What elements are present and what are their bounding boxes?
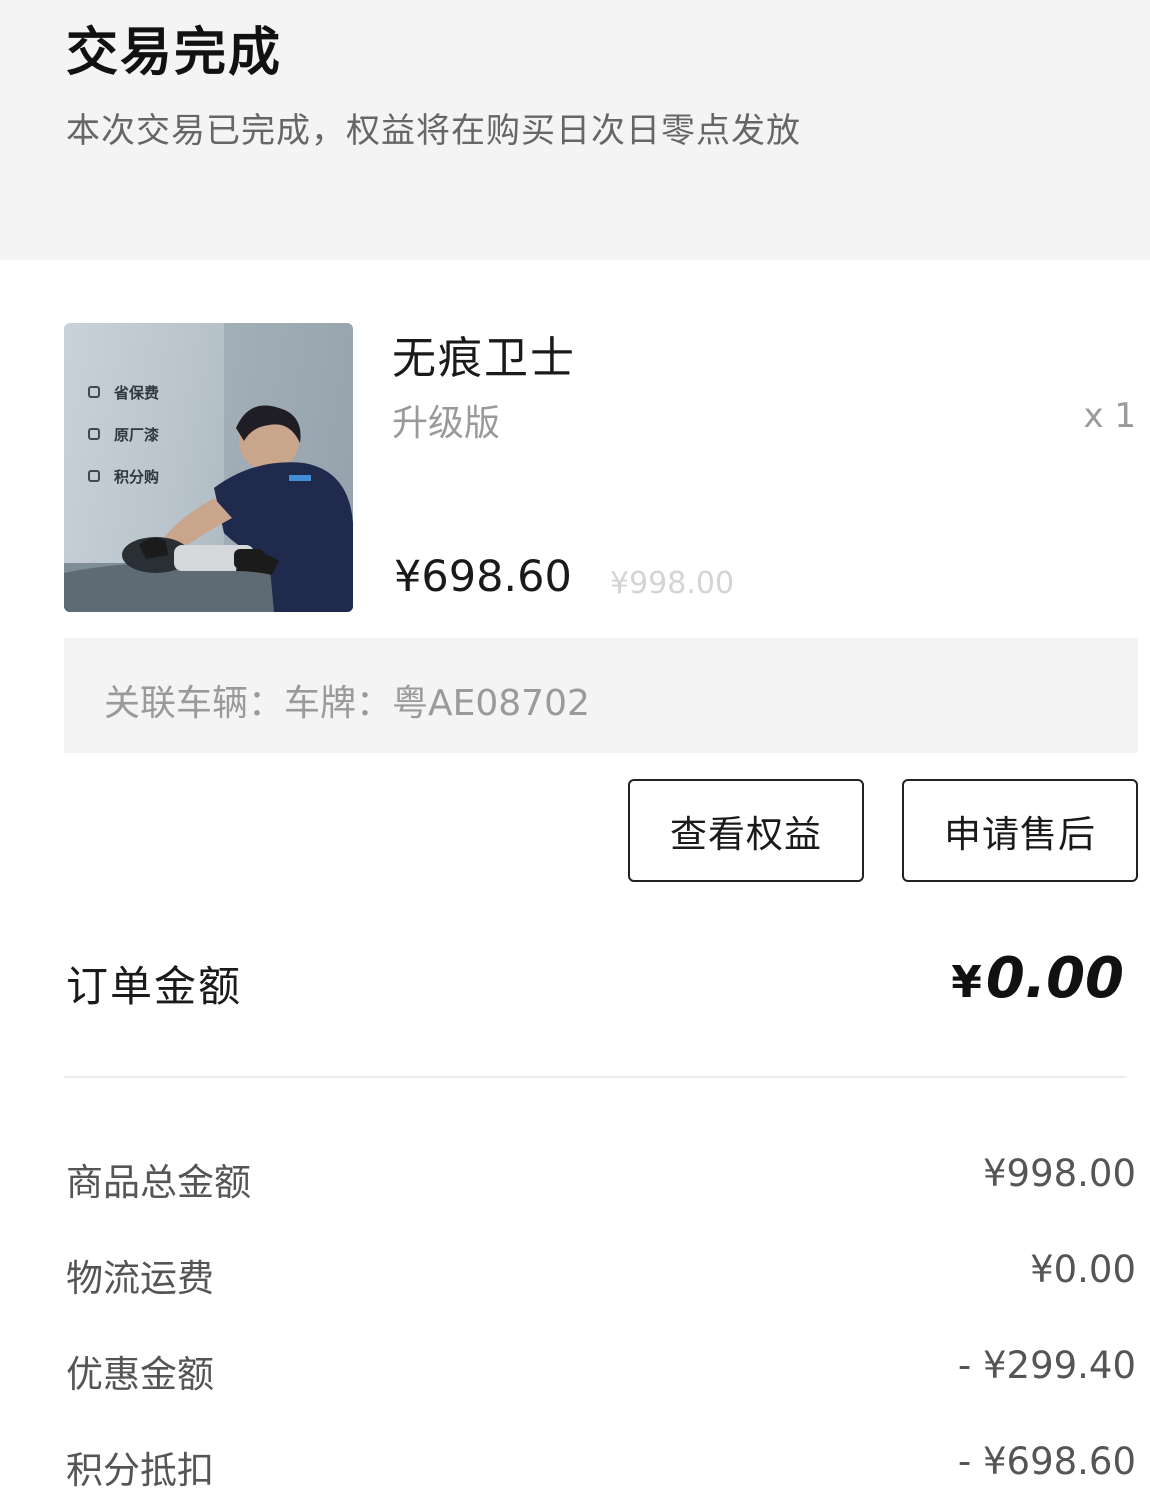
page-title: 交易完成 <box>66 23 283 83</box>
divider <box>64 1076 1127 1078</box>
linked-vehicle-box: 关联车辆：车牌：粤AE08702 <box>64 638 1138 753</box>
summary-value-goods-total: ¥998.00 <box>982 1152 1136 1195</box>
order-amount-value: ¥0.00 <box>951 946 1124 1011</box>
product-quantity: x 1 <box>1083 396 1136 436</box>
view-benefits-button[interactable]: 查看权益 <box>628 779 864 882</box>
summary-label-discount: 优惠金额 <box>66 1353 214 1396</box>
product-variant: 升级版 <box>392 403 501 444</box>
summary-label-points: 积分抵扣 <box>66 1449 214 1492</box>
image-feature-badges: 省保费 原厂漆 积分购 <box>88 381 159 507</box>
order-amount-number: 0.00 <box>985 946 1124 1011</box>
shield-icon <box>88 386 100 398</box>
image-badge: 原厂漆 <box>88 423 159 445</box>
order-amount-label: 订单金额 <box>66 962 243 1011</box>
paint-icon <box>88 428 100 440</box>
summary-label-goods-total: 商品总金额 <box>66 1161 251 1204</box>
order-detail-page: 交易完成 本次交易已完成，权益将在购买日次日零点发放 省保费 原厂漆 积分购 无… <box>0 0 1150 1507</box>
status-subtitle: 本次交易已完成，权益将在购买日次日零点发放 <box>66 111 801 151</box>
summary-value-discount: - ¥299.40 <box>957 1344 1136 1387</box>
image-badge: 积分购 <box>88 465 159 487</box>
product-name[interactable]: 无痕卫士 <box>392 322 576 386</box>
apply-aftersale-button[interactable]: 申请售后 <box>902 779 1138 882</box>
summary-label-shipping: 物流运费 <box>66 1257 214 1300</box>
linked-vehicle-text: 关联车辆：车牌：粤AE08702 <box>104 683 590 724</box>
product-image[interactable]: 省保费 原厂漆 积分购 <box>64 323 353 612</box>
currency-symbol: ¥ <box>951 957 982 1008</box>
product-price: ¥698.60 <box>394 552 572 602</box>
product-original-price: ¥998.00 <box>610 566 735 601</box>
summary-value-shipping: ¥0.00 <box>1030 1248 1136 1291</box>
image-badge: 省保费 <box>88 381 159 403</box>
points-icon <box>88 470 100 482</box>
status-header: 交易完成 本次交易已完成，权益将在购买日次日零点发放 <box>0 0 1150 260</box>
summary-value-points: - ¥698.60 <box>957 1440 1136 1483</box>
